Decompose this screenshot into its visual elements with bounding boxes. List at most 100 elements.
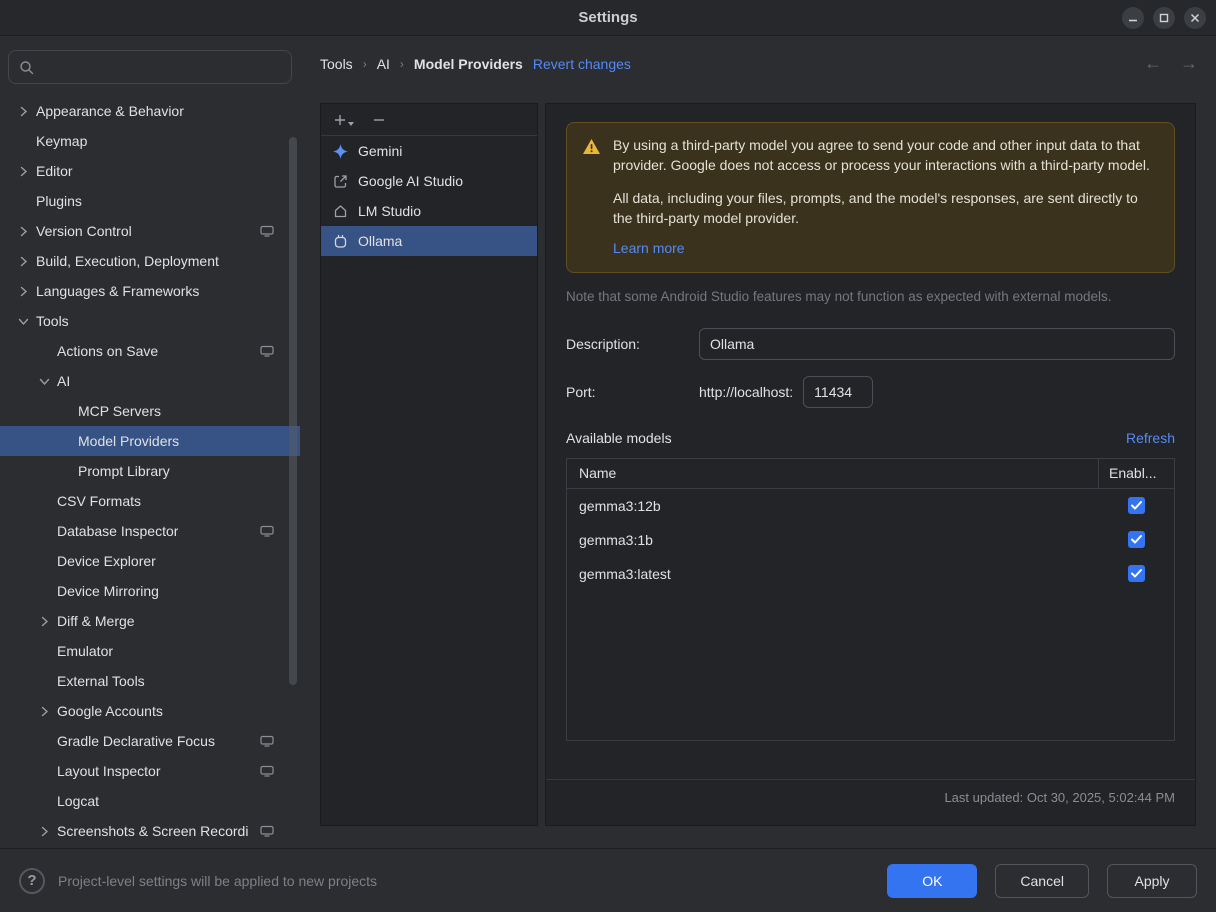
sidebar-tree-item[interactable]: Device Explorer: [0, 546, 300, 576]
sidebar-tree-item[interactable]: Build, Execution, Deployment: [0, 246, 300, 276]
sidebar-item-label: Layout Inspector: [57, 763, 161, 779]
sidebar-tree-item[interactable]: Emulator: [0, 636, 300, 666]
model-enabled-checkbox[interactable]: [1128, 497, 1145, 514]
ide-settings-icon: [260, 225, 274, 237]
column-header-enabled: Enabl...: [1098, 459, 1174, 488]
sidebar-item-label: CSV Formats: [57, 493, 141, 509]
add-provider-button[interactable]: [333, 113, 354, 127]
breadcrumb-ai[interactable]: AI: [377, 56, 390, 72]
sidebar-tree-item[interactable]: Prompt Library: [0, 456, 300, 486]
provider-item-lm-studio[interactable]: LM Studio: [321, 196, 537, 226]
chevron-right-icon: [35, 826, 53, 837]
sidebar: Appearance & Behavior Keymap Editor Plug…: [0, 37, 300, 848]
description-field[interactable]: [699, 328, 1175, 360]
search-input[interactable]: [41, 58, 281, 76]
search-box[interactable]: [8, 50, 292, 84]
sidebar-tree-item[interactable]: Actions on Save: [0, 336, 300, 366]
sidebar-tree-item[interactable]: MCP Servers: [0, 396, 300, 426]
sidebar-tree-item[interactable]: Appearance & Behavior: [0, 96, 300, 126]
sidebar-tree-item[interactable]: Model Providers: [0, 426, 300, 456]
close-button[interactable]: [1184, 7, 1206, 29]
cancel-button[interactable]: Cancel: [995, 864, 1089, 898]
sidebar-item-label: External Tools: [57, 673, 145, 689]
breadcrumb: Tools › AI › Model Providers Revert chan…: [320, 37, 1216, 90]
sidebar-item-label: Device Mirroring: [57, 583, 159, 599]
ide-settings-icon: [260, 525, 274, 537]
sidebar-tree-item[interactable]: External Tools: [0, 666, 300, 696]
sidebar-item-label: Keymap: [36, 133, 87, 149]
sidebar-tree-item[interactable]: Tools: [0, 306, 300, 336]
ide-settings-icon: [260, 825, 274, 837]
breadcrumb-tools[interactable]: Tools: [320, 56, 353, 72]
port-prefix: http://localhost:: [699, 384, 793, 400]
table-row[interactable]: gemma3:12b: [567, 489, 1174, 523]
google-ai-studio-icon: [333, 174, 349, 189]
sidebar-item-label: Logcat: [57, 793, 99, 809]
provider-item-gemini[interactable]: Gemini: [321, 136, 537, 166]
providers-toolbar: [321, 104, 537, 136]
sidebar-tree-item[interactable]: Screenshots & Screen Recordi: [0, 816, 300, 846]
warning-icon: [582, 136, 601, 259]
sidebar-item-label: AI: [57, 373, 70, 389]
sidebar-tree-item[interactable]: Version Control: [0, 216, 300, 246]
help-icon[interactable]: ?: [19, 868, 45, 894]
provider-label: Google AI Studio: [358, 173, 463, 189]
maximize-button[interactable]: [1153, 7, 1175, 29]
titlebar: Settings: [0, 0, 1216, 36]
search-icon: [19, 60, 34, 75]
sidebar-tree-item[interactable]: Editor: [0, 156, 300, 186]
sidebar-tree-item[interactable]: Languages & Frameworks: [0, 276, 300, 306]
ide-settings-icon: [260, 735, 274, 747]
providers-panel: Gemini Google AI Studio LM Studio Ollama: [320, 103, 538, 826]
model-name-cell: gemma3:12b: [567, 498, 1098, 514]
settings-tree: Appearance & Behavior Keymap Editor Plug…: [0, 96, 300, 846]
ok-button[interactable]: OK: [887, 864, 977, 898]
learn-more-link[interactable]: Learn more: [613, 239, 685, 259]
sidebar-scrollbar[interactable]: [289, 137, 297, 685]
description-label: Description:: [566, 336, 699, 352]
remove-provider-button[interactable]: [372, 113, 386, 127]
sidebar-item-label: Plugins: [36, 193, 82, 209]
model-enabled-checkbox[interactable]: [1128, 531, 1145, 548]
table-row[interactable]: gemma3:latest: [567, 557, 1174, 591]
apply-button[interactable]: Apply: [1107, 864, 1197, 898]
column-header-name: Name: [567, 465, 1098, 481]
sidebar-tree-item[interactable]: Keymap: [0, 126, 300, 156]
sidebar-tree-item[interactable]: Plugins: [0, 186, 300, 216]
sidebar-tree-item[interactable]: Diff & Merge: [0, 606, 300, 636]
forward-arrow-icon[interactable]: →: [1180, 53, 1198, 74]
sidebar-item-label: Database Inspector: [57, 523, 178, 539]
refresh-link[interactable]: Refresh: [1126, 430, 1175, 446]
table-row[interactable]: gemma3:1b: [567, 523, 1174, 557]
sidebar-tree-item[interactable]: Device Mirroring: [0, 576, 300, 606]
sidebar-tree-item[interactable]: AI: [0, 366, 300, 396]
model-name-cell: gemma3:latest: [567, 566, 1098, 582]
back-arrow-icon[interactable]: ←: [1144, 53, 1162, 74]
provider-item-google-ai-studio[interactable]: Google AI Studio: [321, 166, 537, 196]
chevron-right-icon: [35, 616, 53, 627]
minimize-button[interactable]: [1122, 7, 1144, 29]
provider-item-ollama[interactable]: Ollama: [321, 226, 537, 256]
sidebar-tree-item[interactable]: Database Inspector: [0, 516, 300, 546]
sidebar-tree-item[interactable]: Logcat: [0, 786, 300, 816]
sidebar-tree-item[interactable]: Layout Inspector: [0, 756, 300, 786]
port-field[interactable]: [803, 376, 873, 408]
provider-label: Gemini: [358, 143, 402, 159]
breadcrumb-separator-icon: ›: [363, 57, 367, 71]
sidebar-item-label: Model Providers: [78, 433, 179, 449]
provider-list: Gemini Google AI Studio LM Studio Ollama: [321, 136, 537, 256]
warning-paragraph: By using a third-party model you agree t…: [613, 136, 1158, 175]
model-enabled-checkbox[interactable]: [1128, 565, 1145, 582]
sidebar-tree-item[interactable]: Google Accounts: [0, 696, 300, 726]
revert-changes-link[interactable]: Revert changes: [533, 56, 631, 72]
dialog-footer: ? Project-level settings will be applied…: [0, 848, 1216, 912]
sidebar-item-label: Screenshots & Screen Recordi: [57, 823, 248, 839]
sidebar-tree-item[interactable]: Gradle Declarative Focus: [0, 726, 300, 756]
model-enabled-cell: [1098, 497, 1174, 514]
lm-studio-icon: [333, 204, 349, 219]
provider-detail-panel: By using a third-party model you agree t…: [545, 103, 1196, 826]
sidebar-item-label: Emulator: [57, 643, 113, 659]
sidebar-item-label: Tools: [36, 313, 69, 329]
sidebar-item-label: Appearance & Behavior: [36, 103, 184, 119]
sidebar-tree-item[interactable]: CSV Formats: [0, 486, 300, 516]
